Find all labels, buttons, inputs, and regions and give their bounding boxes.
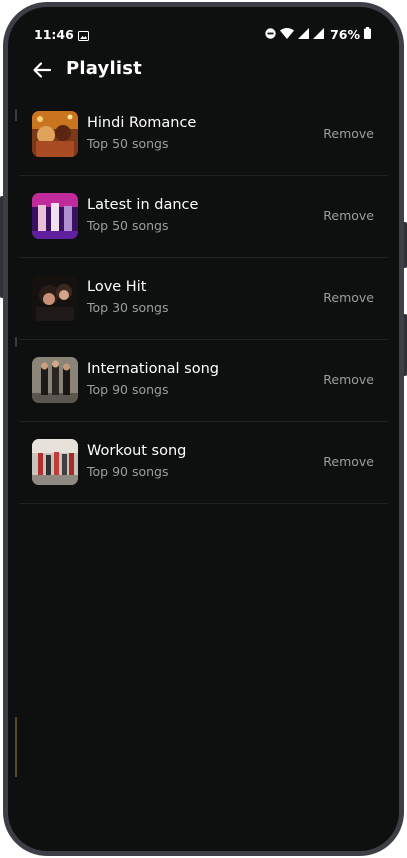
wifi-icon (280, 27, 295, 42)
back-arrow-icon[interactable] (32, 57, 54, 83)
playlist-cover-image (32, 357, 78, 403)
remove-button[interactable]: Remove (323, 290, 374, 305)
playlist-song-count: Top 90 songs (87, 382, 169, 397)
signal-icon-2 (313, 27, 325, 42)
battery-percentage: 76% (330, 27, 360, 42)
playlist-cover-image (32, 275, 78, 321)
list-item[interactable]: Love Hit Top 30 songs Remove (19, 258, 388, 340)
status-time: 11:46 (34, 27, 74, 42)
playlist-song-count: Top 50 songs (87, 218, 169, 233)
remove-button[interactable]: Remove (323, 208, 374, 223)
list-item[interactable]: Workout song Top 90 songs Remove (19, 422, 388, 504)
playlist-cover-image (32, 193, 78, 239)
battery-icon (364, 27, 371, 42)
playlist-name: Hindi Romance (87, 115, 197, 131)
playlist-name: Workout song (87, 443, 187, 459)
playlist-list: Hindi Romance Top 50 songs Remove Latest… (19, 94, 388, 504)
app-bar: Playlist (8, 57, 399, 87)
edge-artifact (15, 337, 17, 347)
list-item[interactable]: Latest in dance Top 50 songs Remove (19, 176, 388, 258)
edge-artifact (15, 717, 17, 777)
playlist-cover-image (32, 439, 78, 485)
playlist-song-count: Top 30 songs (87, 300, 169, 315)
screen: 11:46 76% Playlist Hindi Romance Top 50 … (8, 7, 399, 851)
remove-button[interactable]: Remove (323, 454, 374, 469)
playlist-name: Latest in dance (87, 197, 199, 213)
playlist-name: Love Hit (87, 279, 147, 295)
playlist-song-count: Top 50 songs (87, 136, 169, 151)
status-bar: 11:46 76% (8, 7, 399, 43)
image-notification-icon (78, 29, 89, 44)
phone-frame: 11:46 76% Playlist Hindi Romance Top 50 … (3, 2, 404, 856)
signal-icon (298, 27, 310, 42)
do-not-disturb-icon (265, 27, 276, 42)
list-item[interactable]: International song Top 90 songs Remove (19, 340, 388, 422)
page-title: Playlist (66, 58, 142, 79)
playlist-name: International song (87, 361, 219, 377)
edge-artifact (15, 109, 17, 121)
playlist-song-count: Top 90 songs (87, 464, 169, 479)
status-icons: 76% (265, 27, 371, 42)
remove-button[interactable]: Remove (323, 126, 374, 141)
remove-button[interactable]: Remove (323, 372, 374, 387)
playlist-cover-image (32, 111, 78, 157)
list-item[interactable]: Hindi Romance Top 50 songs Remove (19, 94, 388, 176)
